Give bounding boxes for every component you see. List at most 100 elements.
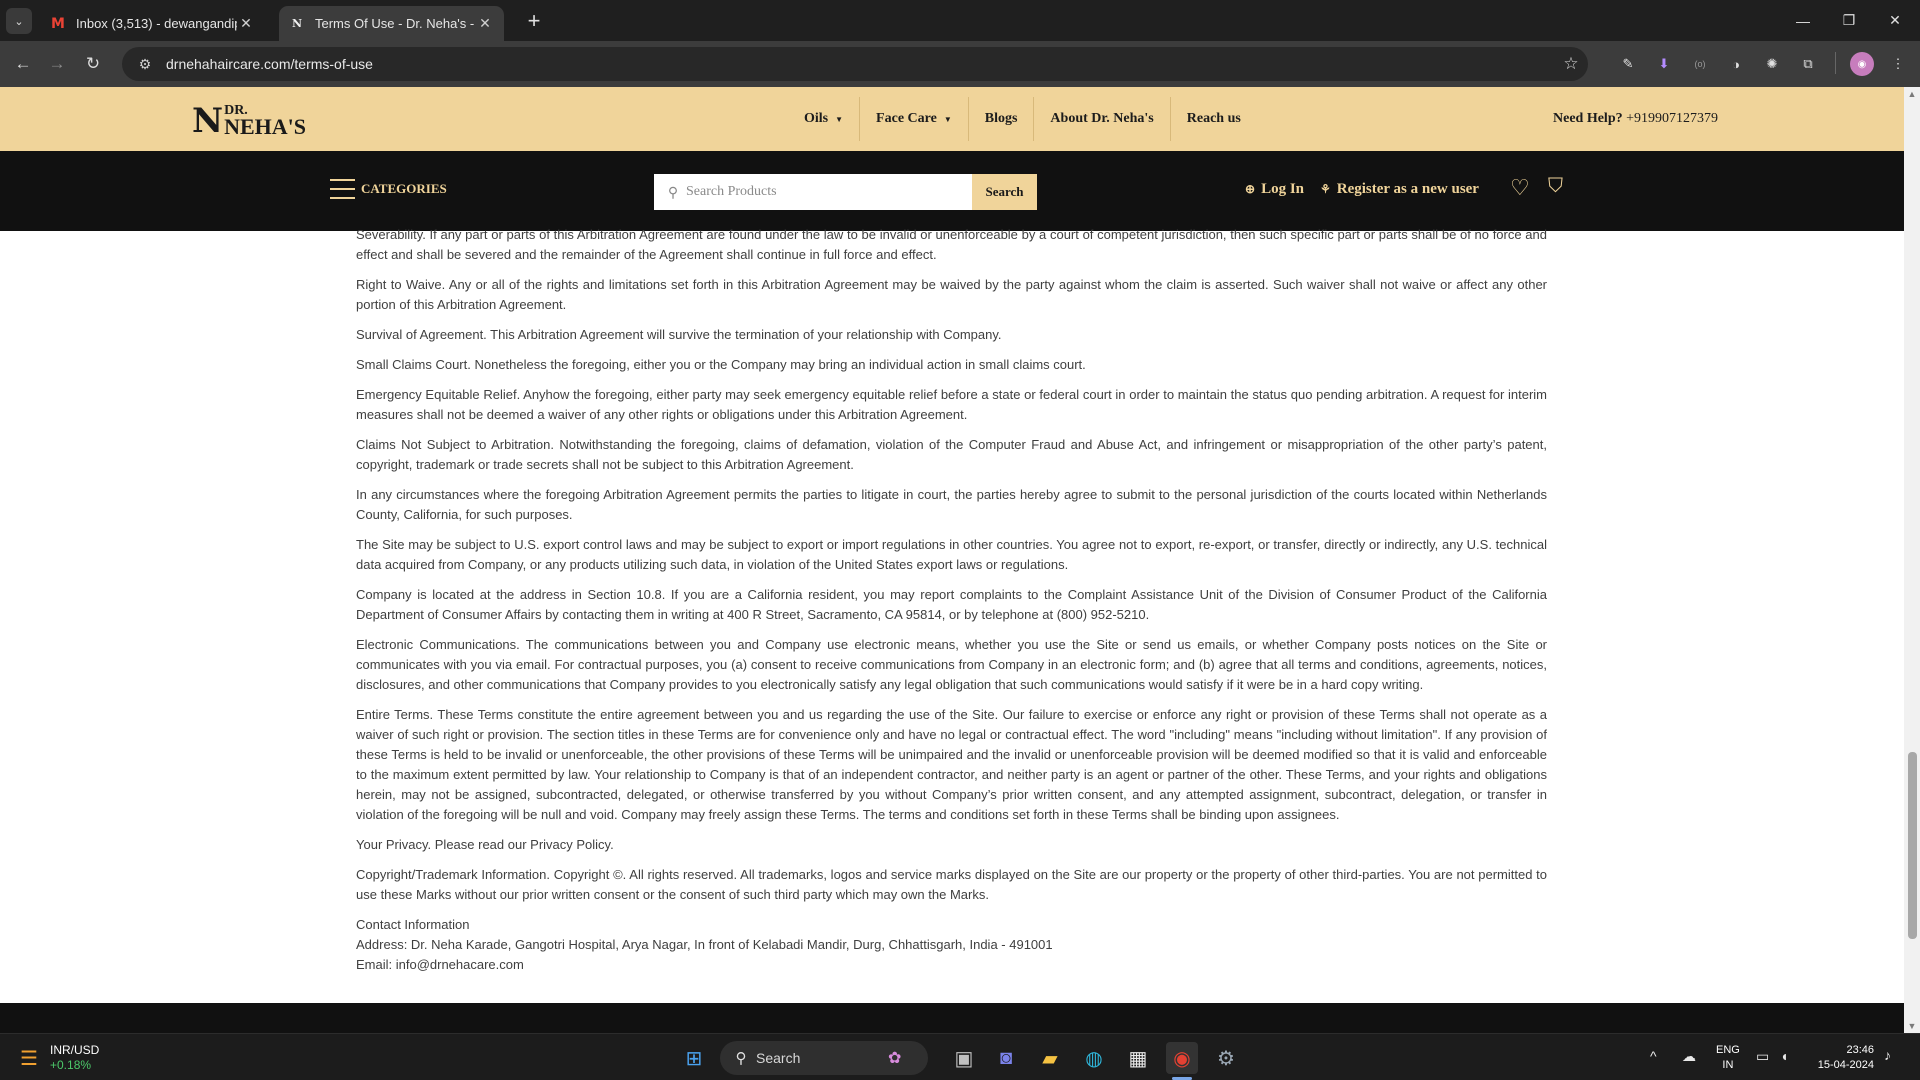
help-phone[interactable]: +919907127379 xyxy=(1626,111,1718,126)
task-view-icon[interactable]: ▣ xyxy=(948,1042,980,1074)
page-scrollbar[interactable]: ▲ ▼ xyxy=(1904,87,1920,1033)
bookmark-star-icon[interactable]: ☆ xyxy=(1554,54,1588,74)
back-button[interactable]: ← xyxy=(8,49,38,79)
widget-change: +0.18% xyxy=(50,1058,92,1072)
clock-time: 23:46 xyxy=(1846,1044,1874,1056)
profile-avatar[interactable]: ◉ xyxy=(1850,52,1874,76)
input-language[interactable]: ENG IN xyxy=(1716,1043,1740,1073)
new-tab-button[interactable]: + xyxy=(520,7,548,35)
site-footer-strip xyxy=(0,1003,1904,1033)
extension-icon[interactable]: (o) xyxy=(1688,52,1712,76)
windows-taskbar: ☰ INR/USD +0.18% ⊞ ⚲ Search ✿ ▣ ◙ ▰ ◍ ▦ … xyxy=(0,1033,1920,1080)
edge-browser-icon[interactable]: ◍ xyxy=(1078,1042,1110,1074)
widget-title: INR/USD xyxy=(50,1043,100,1057)
login-link[interactable]: ⊕ Log In xyxy=(1245,181,1304,198)
register-link[interactable]: ⚘ Register as a new user xyxy=(1320,181,1479,198)
address-bar[interactable]: ⚙ drnehahaircare.com/terms-of-use ☆ xyxy=(122,47,1588,81)
url-text[interactable]: drnehahaircare.com/terms-of-use xyxy=(166,56,1554,72)
restore-icon[interactable]: ❐ xyxy=(1826,0,1872,41)
show-hidden-icons-icon[interactable]: ^ xyxy=(1650,1048,1657,1064)
nav-blogs[interactable]: Blogs xyxy=(969,97,1035,141)
shopping-bag-icon[interactable]: ⛉ xyxy=(1548,175,1563,198)
network-icon[interactable]: ▭ xyxy=(1756,1048,1769,1065)
chevron-down-icon: ▼ xyxy=(835,114,844,124)
terms-paragraph: Electronic Communications. The communica… xyxy=(356,637,1547,692)
lang-line-1: ENG xyxy=(1716,1044,1740,1056)
contact-information: Contact Information Address: Dr. Neha Ka… xyxy=(356,915,1547,975)
nav-label: Reach us xyxy=(1186,111,1241,126)
terms-paragraph: Company is located at the address in Sec… xyxy=(356,587,1547,622)
windows-start-icon[interactable]: ⊞ xyxy=(678,1042,710,1074)
window-close-icon[interactable]: ✕ xyxy=(1872,0,1918,41)
search-highlight-icon: ✿ xyxy=(888,1050,902,1067)
search-input[interactable] xyxy=(686,184,972,200)
nav-face-care[interactable]: Face Care ▼ xyxy=(860,97,969,141)
tab-close-icon[interactable]: ✕ xyxy=(237,15,255,32)
microsoft-store-icon[interactable]: ▦ xyxy=(1122,1042,1154,1074)
terms-paragraph: Copyright/Trademark Information. Copyrig… xyxy=(356,867,1547,902)
help-label: Need Help? xyxy=(1553,111,1623,126)
minimize-icon[interactable]: — xyxy=(1780,0,1826,41)
tab-gmail-inbox[interactable]: M Inbox (3,513) - dewangandipen ✕ xyxy=(40,6,265,41)
site-info-icon[interactable]: ⚙ xyxy=(128,56,162,73)
reload-button[interactable]: ↻ xyxy=(78,49,108,79)
extensions-puzzle-icon[interactable]: ⧉ xyxy=(1796,52,1820,76)
scroll-down-icon[interactable]: ▼ xyxy=(1904,1019,1920,1033)
help-contact[interactable]: Need Help? +919907127379 xyxy=(1553,111,1718,127)
terms-paragraph: Claims Not Subject to Arbitration. Notwi… xyxy=(356,437,1547,472)
openai-extension-icon[interactable]: ✺ xyxy=(1760,52,1784,76)
login-icon: ⊕ xyxy=(1245,182,1256,196)
notification-bell-icon[interactable]: ♪ xyxy=(1884,1047,1891,1063)
chart-widget-icon: ☰ xyxy=(20,1047,38,1070)
contact-email[interactable]: Email: info@drnehacare.com xyxy=(356,955,1547,975)
terms-paragraph: Severability. If any part or parts of th… xyxy=(356,227,1547,262)
contact-heading: Contact Information xyxy=(356,917,470,932)
wishlist-heart-icon[interactable]: ♡ xyxy=(1510,175,1530,201)
download-extension-icon[interactable]: ⬇ xyxy=(1652,52,1676,76)
currency-widget[interactable]: ☰ INR/USD +0.18% xyxy=(16,1043,99,1073)
nav-about[interactable]: About Dr. Neha's xyxy=(1034,97,1171,141)
terms-paragraph: Entire Terms. These Terms constitute the… xyxy=(356,707,1547,822)
tab-title: Terms Of Use - Dr. Neha's - Bes xyxy=(315,16,476,31)
onedrive-cloud-icon[interactable]: ☁ xyxy=(1682,1048,1696,1065)
taskbar-search[interactable]: ⚲ Search ✿ xyxy=(720,1041,928,1075)
browser-menu-icon[interactable]: ⋮ xyxy=(1886,52,1910,76)
contact-address: Address: Dr. Neha Karade, Gangotri Hospi… xyxy=(356,937,1053,952)
terms-content: Severability. If any part or parts of th… xyxy=(356,225,1547,975)
eyedropper-extension-icon[interactable]: ✎ xyxy=(1616,52,1640,76)
scrollbar-thumb[interactable] xyxy=(1908,752,1917,939)
system-clock[interactable]: 23:46 15-04-2024 xyxy=(1812,1043,1874,1073)
terms-paragraph: Right to Waive. Any or all of the rights… xyxy=(356,277,1547,312)
lang-line-2: IN xyxy=(1722,1059,1734,1071)
scroll-up-icon[interactable]: ▲ xyxy=(1904,87,1920,101)
nav-oils[interactable]: Oils ▼ xyxy=(788,97,861,141)
teams-chat-icon[interactable]: ◙ xyxy=(990,1042,1022,1074)
logo-mark: N xyxy=(192,101,223,141)
forward-button[interactable]: → xyxy=(42,49,72,79)
main-nav: Oils ▼ Face Care ▼ Blogs About Dr. Neha'… xyxy=(788,97,1257,141)
nav-label: Blogs xyxy=(984,111,1018,126)
clock-date: 15-04-2024 xyxy=(1817,1059,1874,1071)
file-explorer-icon[interactable]: ▰ xyxy=(1034,1042,1066,1074)
nav-label: Face Care xyxy=(876,111,937,126)
dark-reader-extension-icon[interactable]: ◑ xyxy=(1724,52,1748,76)
chrome-icon[interactable]: ◉ xyxy=(1166,1042,1198,1074)
login-label: Log In xyxy=(1261,181,1304,197)
browser-tabstrip: ⌄ M Inbox (3,513) - dewangandipen ✕ N Te… xyxy=(0,0,1920,41)
search-button[interactable]: Search xyxy=(972,174,1037,210)
tab-search-dropdown-icon[interactable]: ⌄ xyxy=(6,8,32,34)
site-logo[interactable]: N DR. NEHA'S xyxy=(192,101,306,141)
nav-reach-us[interactable]: Reach us xyxy=(1171,97,1257,141)
taskbar-search-label: Search xyxy=(756,1050,801,1066)
neha-favicon: N xyxy=(291,17,303,30)
tab-close-icon[interactable]: ✕ xyxy=(476,15,494,32)
search-box[interactable]: ⚲ xyxy=(654,174,972,210)
categories-button[interactable]: CATEGORIES xyxy=(330,179,447,199)
hamburger-menu-icon xyxy=(330,179,355,199)
volume-icon[interactable]: ◖ xyxy=(1780,1048,1788,1064)
search-icon: ⚲ xyxy=(667,183,679,200)
toolbar-divider xyxy=(1835,52,1836,74)
settings-gear-icon[interactable]: ⚙ xyxy=(1210,1042,1242,1074)
site-top-header: N DR. NEHA'S Oils ▼ Face Care ▼ Blogs Ab… xyxy=(0,87,1904,151)
tab-terms-of-use[interactable]: N Terms Of Use - Dr. Neha's - Bes ✕ xyxy=(279,6,504,41)
